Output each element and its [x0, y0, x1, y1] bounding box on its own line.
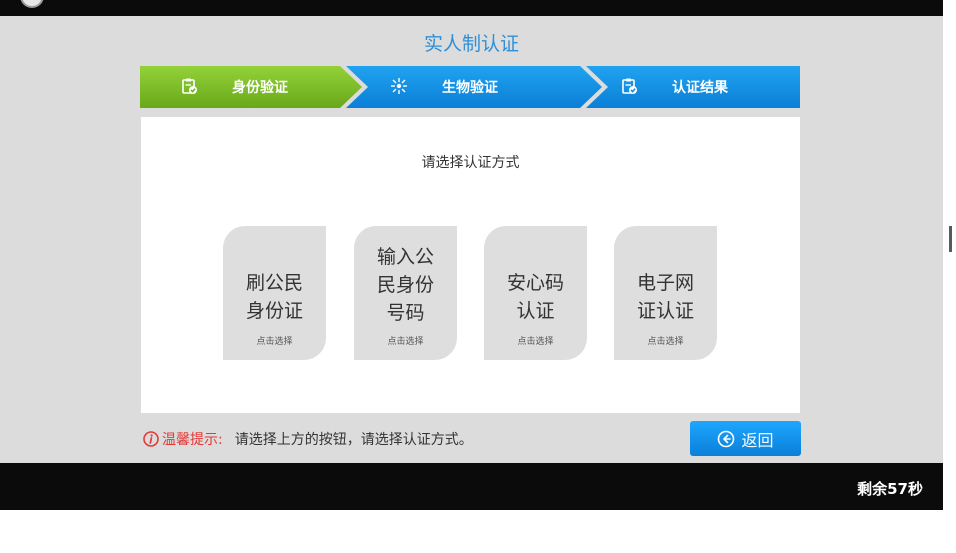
option-label: 电子网 证认证 — [614, 269, 717, 325]
option-label: 刷公民 身份证 — [223, 269, 326, 325]
option-anxin-code[interactable]: 安心码 认证 点击选择 — [484, 226, 587, 360]
step-label-text: 生物验证 — [442, 80, 498, 96]
back-button[interactable]: 返回 — [690, 421, 801, 456]
panel-prompt: 请选择认证方式 — [421, 155, 520, 171]
option-label: 输入公 民身份 号码 — [354, 243, 457, 327]
option-label-line: 电子网 — [636, 272, 694, 294]
clipboard-check-icon — [182, 78, 197, 94]
circle-arrow-left-icon — [718, 430, 735, 447]
step-label-text: 身份验证 — [232, 80, 288, 96]
option-label-line: 民身份 — [376, 274, 434, 296]
option-label-line: 刷公民 — [245, 272, 303, 294]
option-hint: 点击选择 — [647, 337, 684, 347]
step-label-text: 认证结果 — [672, 80, 728, 96]
auth-method-panel: 请选择认证方式 刷公民 身份证 点击选择 输入公民身份号码点击选择 安心码 认证… — [141, 117, 800, 413]
biometric-icon — [391, 78, 407, 94]
info-icon — [143, 431, 159, 447]
step-result: 认证结果 — [620, 77, 780, 97]
option-enter-id-number[interactable]: 输入公民身份号码点击选择 — [354, 226, 457, 360]
option-electronic-id[interactable]: 电子网 证认证 点击选择 — [614, 226, 717, 360]
back-button-label: 返回 — [741, 430, 774, 450]
tip-label: 温馨提示: — [162, 432, 223, 448]
top-bar — [0, 0, 943, 16]
option-hint: 点击选择 — [387, 337, 424, 347]
warm-tip: 温馨提示: 请选择上方的按钮，请选择认证方式。 — [143, 429, 473, 449]
clipboard-check-icon — [622, 78, 637, 94]
countdown-timer: 剩余57秒 — [857, 480, 923, 498]
logo — [20, 0, 44, 8]
option-swipe-id-card[interactable]: 刷公民 身份证 点击选择 — [223, 226, 326, 360]
option-label-line: 身份证 — [245, 300, 303, 322]
page-title: 实人制认证 — [423, 33, 519, 55]
bottom-bar: 剩余57秒 — [0, 463, 943, 510]
tip-text: 请选择上方的按钮，请选择认证方式。 — [234, 432, 473, 448]
option-hint: 点击选择 — [256, 337, 293, 347]
option-label-line: 安心码 — [506, 272, 564, 294]
option-hint: 点击选择 — [517, 337, 554, 347]
option-label-line: 证认证 — [636, 300, 694, 322]
option-label: 安心码 认证 — [484, 269, 587, 325]
scrollbar-handle[interactable] — [949, 226, 952, 252]
option-label-line: 认证 — [516, 300, 555, 322]
step-identity: 身份验证 — [180, 77, 340, 97]
option-label-line: 输入公 — [376, 246, 434, 268]
kiosk-screen: 实人制认证 身份验证 生物验证 认证结果 请选择认证方式 刷公民 身份证 点击选… — [0, 0, 943, 510]
option-label-line: 号码 — [386, 302, 425, 324]
progress-steps: 身份验证 生物验证 认证结果 — [140, 66, 800, 108]
step-biometric: 生物验证 — [390, 77, 550, 97]
